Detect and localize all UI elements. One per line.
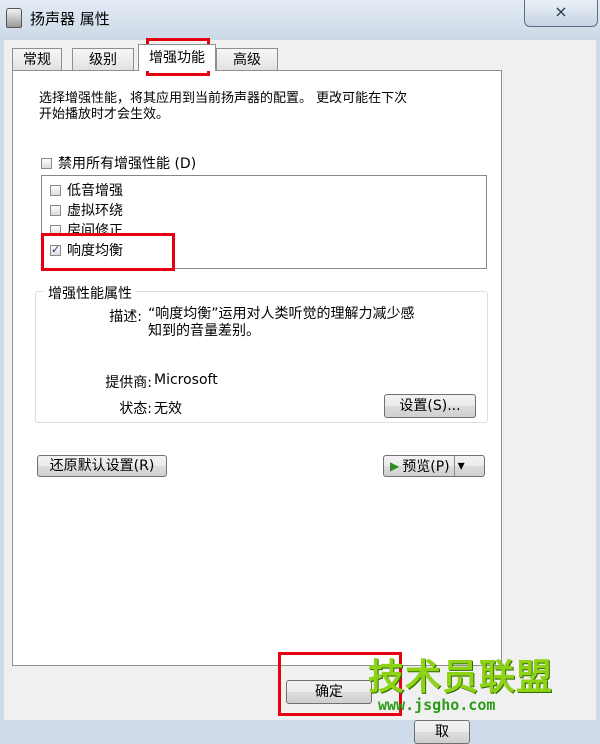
enhancement-properties-legend: 增强性能属性: [44, 283, 136, 303]
window-titlebar: 扬声器 属性 ×: [0, 0, 600, 40]
enhancements-description: 选择增强性能，将其应用到当前扬声器的配置。 更改可能在下次 开始播放时才会生效。: [39, 91, 408, 122]
enhancement-properties-group: 增强性能属性 描述: “响度均衡”运用对人类听觉的理解力减少感 知到的音量差别。…: [35, 283, 488, 423]
close-button[interactable]: ×: [524, 0, 598, 27]
tab-general[interactable]: 常规: [12, 48, 62, 70]
dialog-body: 常规 级别 增强功能 高级 选择增强性能，将其应用到当前扬声器的配置。 更改可能…: [4, 40, 596, 744]
tab-advanced[interactable]: 高级: [216, 48, 278, 70]
tab-enhancements[interactable]: 增强功能: [138, 44, 216, 71]
play-icon: ▶: [390, 459, 400, 473]
status-value: 无效: [154, 401, 182, 417]
provider-label: 提供商:: [105, 375, 152, 391]
highlight-item-box: [41, 233, 175, 271]
disable-all-label: 禁用所有增强性能 (D): [58, 156, 197, 172]
virtual-surround-checkbox[interactable]: [50, 204, 61, 216]
speaker-icon: [6, 8, 22, 28]
preview-button-label: 预览(P): [402, 459, 450, 475]
description-value: “响度均衡”运用对人类听觉的理解力减少感 知到的音量差别。: [148, 306, 415, 339]
disable-all-checkbox[interactable]: [41, 157, 52, 169]
list-item[interactable]: 低音增强: [50, 180, 123, 200]
watermark-url: www.jsgho.com: [378, 696, 496, 714]
restore-defaults-button[interactable]: 还原默认设置(R): [37, 455, 167, 477]
tab-levels[interactable]: 级别: [72, 48, 134, 70]
window-title: 扬声器 属性: [30, 10, 110, 28]
disable-all-checkbox-row[interactable]: 禁用所有增强性能 (D): [41, 153, 196, 173]
provider-value: Microsoft: [154, 372, 218, 388]
description-label: 描述:: [109, 309, 142, 325]
watermark-logo: 技术员联盟: [368, 657, 554, 698]
enhancements-panel: 选择增强性能，将其应用到当前扬声器的配置。 更改可能在下次 开始播放时才会生效。…: [12, 70, 502, 666]
status-label: 状态:: [119, 401, 152, 417]
list-item[interactable]: 虚拟环绕: [50, 200, 123, 220]
preview-dropdown-arrow[interactable]: ▾: [453, 456, 468, 476]
preview-split-button[interactable]: ▶ 预览(P) ▾: [383, 455, 485, 477]
bass-boost-checkbox[interactable]: [50, 184, 61, 196]
settings-button[interactable]: 设置(S)...: [384, 394, 476, 418]
cancel-button[interactable]: 取: [414, 720, 470, 744]
chevron-down-icon: ▾: [457, 458, 465, 474]
close-icon: ×: [554, 2, 568, 21]
